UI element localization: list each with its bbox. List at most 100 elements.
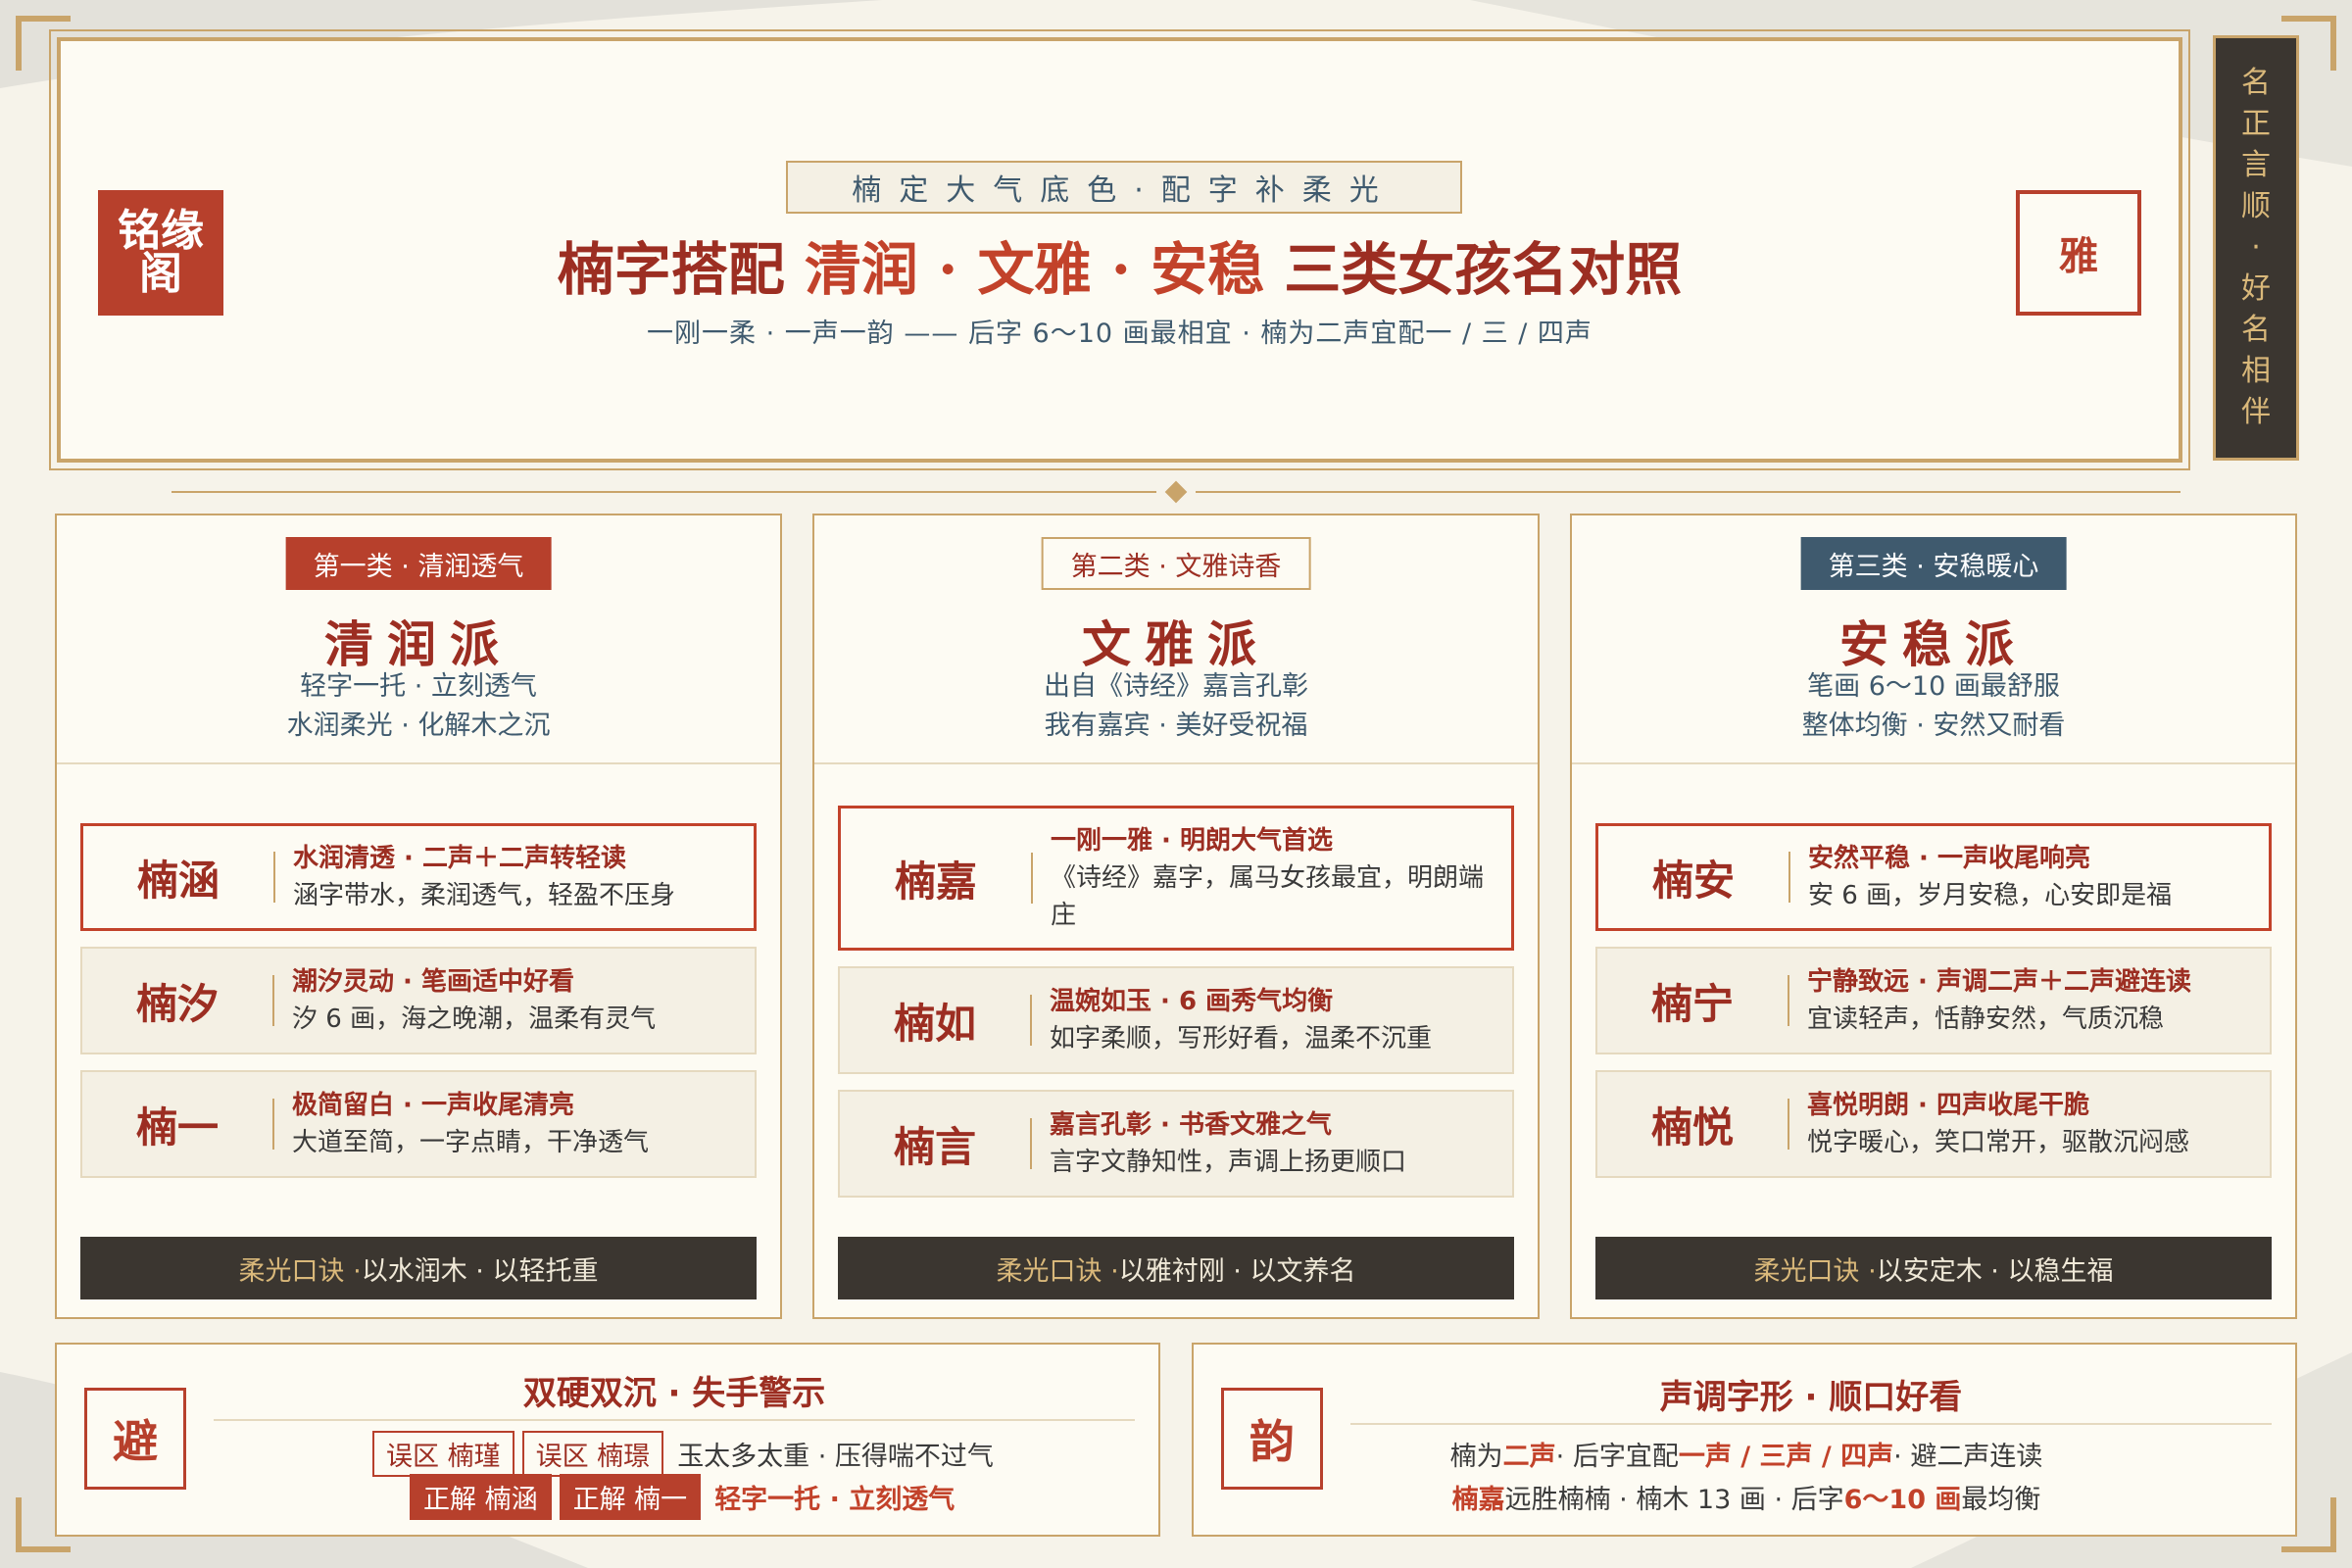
mistake-row: 误区 楠瑾 误区 楠璟 玉太多太重 · 压得喘不过气 <box>372 1431 994 1477</box>
name-item[interactable]: 楠宁 宁静致远 · 声调二声＋二声避连读 宜读轻声，恬静安然，气质沉稳 <box>1595 947 2272 1054</box>
motto-label: 柔光口诀 · <box>238 1255 362 1287</box>
side-banner: 名 正 言 顺 · 好 名 相 伴 <box>2213 35 2299 461</box>
tone-text: 楠为 <box>1449 1442 1503 1472</box>
tone-title: 声调字形 · 顺口好看 <box>1659 1378 1963 1417</box>
correct-chip: 正解 楠涵 <box>410 1474 552 1520</box>
tone-highlight: 二声 <box>1502 1442 1556 1472</box>
diamond-icon <box>1164 480 1188 504</box>
tone-text: · 避二声连读 <box>1893 1442 2043 1472</box>
card-separator <box>57 762 780 764</box>
name-explanation: 大道至简，一字点睛，干净透气 <box>292 1128 650 1157</box>
name-item[interactable]: 楠安 安然平稳 · 一声收尾响亮安 6 画，岁月安稳，心安即是福 <box>1595 823 2272 931</box>
name-label: 楠悦 <box>1650 1102 1734 1152</box>
warning-panel: 避 双硬双沉 · 失手警示 误区 楠瑾 误区 楠璟 玉太多太重 · 压得喘不过气… <box>55 1343 1160 1537</box>
category-tag: 第二类 · 文雅诗香 <box>1041 537 1311 590</box>
name-feature: 水润清透 · 二声＋二声转轻读 <box>293 844 626 873</box>
warning-title: 双硬双沉 · 失手警示 <box>522 1374 826 1413</box>
name-item[interactable]: 楠嘉 一刚一雅 · 明朗大气首选《诗经》嘉字，属马女孩最宜，明朗端庄 <box>838 806 1514 951</box>
category-desc-line: 笔画 6～10 画最舒服 <box>1807 671 2060 702</box>
mistake-chip: 误区 楠璟 <box>521 1431 664 1477</box>
category-title: 文雅派 <box>1082 615 1270 673</box>
side-banner-char: 伴 <box>2241 395 2271 429</box>
name-feature: 一刚一雅 · 明朗大气首选 <box>1051 826 1333 856</box>
name-feature: 温婉如玉 · 6 画秀气均衡 <box>1050 987 1334 1016</box>
header-panel: 铭缘 阁 楠定大气底色·配字补柔光 楠字搭配 清润 · 文雅 · 安稳 三类女孩… <box>49 29 2190 470</box>
name-feature: 嘉言孔彰 · 书香文雅之气 <box>1050 1110 1332 1140</box>
name-explanation: 言字文静知性，声调上扬更顺口 <box>1050 1148 1407 1177</box>
name-label: 楠言 <box>893 1122 976 1171</box>
name-explanation: 宜读轻声，恬静安然，气质沉稳 <box>1807 1004 2165 1034</box>
category-tag: 第一类 · 清润透气 <box>285 537 552 590</box>
tone-highlight: 6～10 画 <box>1843 1485 1962 1515</box>
name-label: 楠汐 <box>135 979 219 1028</box>
category-desc-line: 整体均衡 · 安然又耐看 <box>1801 710 2066 741</box>
name-feature: 宁静致远 · 声调二声＋二声避连读 <box>1807 967 2191 997</box>
side-banner-char: · <box>2251 230 2261 265</box>
name-explanation: 悦字暖心，笑口常开，驱散沉闷感 <box>1807 1128 2190 1157</box>
category-tag: 第三类 · 安稳暖心 <box>1800 537 2067 590</box>
name-feature: 极简留白 · 一声收尾清亮 <box>292 1091 574 1120</box>
name-label: 楠宁 <box>1650 979 1734 1028</box>
name-item[interactable]: 楠涵 水润清透 · 二声＋二声转轻读涵字带水，柔润透气，轻盈不压身 <box>80 823 757 931</box>
category-description: 出自《诗经》嘉言孔彰 我有嘉宾 · 美好受祝福 <box>814 667 1538 746</box>
header-inner: 铭缘 阁 楠定大气底色·配字补柔光 楠字搭配 清润 · 文雅 · 安稳 三类女孩… <box>57 37 2182 463</box>
card-motto: 柔光口诀 · 以水润木 · 以轻托重 <box>80 1237 757 1299</box>
correct-chip: 正解 楠一 <box>559 1474 702 1520</box>
header-tagline: 一刚一柔 · 一声一韵 —— 后字 6～10 画最相宜 · 楠为二声宜配一 / … <box>647 318 1592 349</box>
side-banner-char: 名 <box>2241 313 2271 347</box>
name-item[interactable]: 楠如 温婉如玉 · 6 画秀气均衡 如字柔顺，写形好看，温柔不沉重 <box>838 966 1514 1074</box>
elegance-seal: 雅 <box>2016 190 2141 316</box>
name-item[interactable]: 楠一 极简留白 · 一声收尾清亮大道至简，一字点睛，干净透气 <box>80 1070 757 1178</box>
tone-panel: 韵 声调字形 · 顺口好看 楠为 二声 · 后字宜配 一声 / 三声 / 四声 ·… <box>1192 1343 2297 1537</box>
category-title: 安稳派 <box>1839 615 2028 673</box>
side-banner-char: 相 <box>2241 354 2271 388</box>
name-explanation: 涵字带水，柔润透气，轻盈不压身 <box>293 881 676 910</box>
side-banner-char: 顺 <box>2241 189 2271 223</box>
name-item[interactable]: 楠汐 潮汐灵动 · 笔画适中好看汐 6 画，海之晚潮，温柔有灵气 <box>80 947 757 1054</box>
card-separator <box>1572 762 2295 764</box>
motto-label: 柔光口诀 · <box>1753 1255 1877 1287</box>
motto-text: 以水润木 · 以轻托重 <box>361 1255 599 1287</box>
page-title: 楠字搭配 清润 · 文雅 · 安稳 三类女孩名对照 <box>61 223 2179 306</box>
motto-text: 以雅衬刚 · 以文养名 <box>1118 1255 1356 1287</box>
name-feature: 喜悦明朗 · 四声收尾干脆 <box>1807 1091 2089 1120</box>
name-item[interactable]: 楠悦 喜悦明朗 · 四声收尾干脆悦字暖心，笑口常开，驱散沉闷感 <box>1595 1070 2272 1178</box>
name-label: 楠涵 <box>136 856 220 905</box>
name-label: 楠如 <box>893 999 976 1048</box>
title-prefix: 楠字搭配 <box>557 236 805 303</box>
category-description: 笔画 6～10 画最舒服 整体均衡 · 安然又耐看 <box>1572 667 2295 746</box>
name-label: 楠嘉 <box>894 857 977 906</box>
motto-label: 柔光口诀 · <box>996 1255 1119 1287</box>
name-explanation: 《诗经》嘉字，属马女孩最宜，明朗端庄 <box>1051 863 1485 930</box>
tone-rule-line: 楠为 二声 · 后字宜配 一声 / 三声 / 四声 · 避二声连读 <box>1194 1435 2299 1473</box>
name-label: 楠一 <box>135 1102 219 1152</box>
card-separator <box>814 762 1538 764</box>
correct-row: 正解 楠涵 正解 楠一 轻字一托 · 立刻透气 <box>410 1474 955 1520</box>
category-desc-line: 水润柔光 · 化解木之沉 <box>286 710 551 741</box>
card-motto: 柔光口诀 · 以安定木 · 以稳生福 <box>1595 1237 2272 1299</box>
name-item[interactable]: 楠言 嘉言孔彰 · 书香文雅之气言字文静知性，声调上扬更顺口 <box>838 1090 1514 1198</box>
side-banner-char: 正 <box>2241 107 2271 141</box>
mistake-note: 玉太多太重 · 压得喘不过气 <box>677 1442 994 1472</box>
section-divider <box>172 480 2180 504</box>
tone-text: 远胜楠楠 · 楠木 13 画 · 后字 <box>1504 1485 1844 1515</box>
name-label: 楠安 <box>1651 856 1735 905</box>
tone-highlight: 一声 / 三声 / 四声 <box>1678 1442 1894 1472</box>
category-desc-line: 轻字一托 · 立刻透气 <box>300 671 537 702</box>
avoid-seal: 避 <box>84 1388 186 1490</box>
name-feature: 潮汐灵动 · 笔画适中好看 <box>292 967 574 997</box>
stroke-rule-line: 楠嘉 远胜楠楠 · 楠木 13 画 · 后字 6～10 画最均衡 <box>1194 1478 2299 1516</box>
panel-rule <box>1350 1423 2272 1425</box>
header-subtitle: 楠定大气底色·配字补柔光 <box>786 161 1462 214</box>
mistake-chip: 误区 楠瑾 <box>372 1431 514 1477</box>
category-card-wenya: 第二类 · 文雅诗香 文雅派 出自《诗经》嘉言孔彰 我有嘉宾 · 美好受祝福 楠… <box>812 514 1540 1319</box>
name-feature: 安然平稳 · 一声收尾响亮 <box>1808 844 2090 873</box>
category-desc-line: 我有嘉宾 · 美好受祝福 <box>1044 710 1308 741</box>
name-explanation: 安 6 画，岁月安稳，心安即是福 <box>1808 881 2173 910</box>
category-card-anwen: 第三类 · 安稳暖心 安稳派 笔画 6～10 画最舒服 整体均衡 · 安然又耐看… <box>1570 514 2297 1319</box>
side-banner-char: 好 <box>2241 271 2271 306</box>
tone-text: 最均衡 <box>1961 1485 2041 1515</box>
category-card-qingrun: 第一类 · 清润透气 清润派 轻字一托 · 立刻透气 水润柔光 · 化解木之沉 … <box>55 514 782 1319</box>
name-explanation: 汐 6 画，海之晚潮，温柔有灵气 <box>292 1004 657 1034</box>
title-suffix: 三类女孩名对照 <box>1264 236 1683 303</box>
